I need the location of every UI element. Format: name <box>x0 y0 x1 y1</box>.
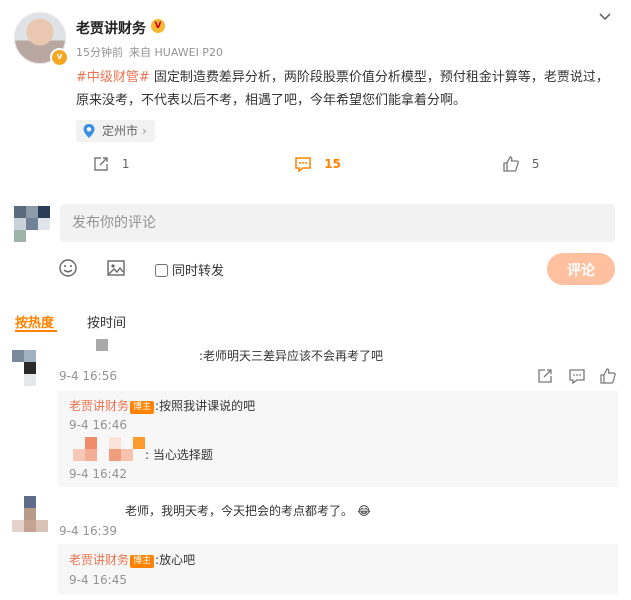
comment-icon <box>295 157 311 173</box>
post-time[interactable]: 15分钟前 <box>76 46 123 59</box>
comment-count: 15 <box>324 156 341 171</box>
reply-time: 9-4 16:42 <box>69 467 127 481</box>
comment-text: 老师，我明天考，今天把会的考点都考了。 😂 <box>125 502 371 519</box>
comment-input[interactable]: 发布你的评论 <box>60 204 615 242</box>
post-source: 来自 HUAWEI P20 <box>129 46 223 59</box>
thumbs-up-icon[interactable] <box>600 368 616 384</box>
reply-time: 9-4 16:45 <box>69 573 127 587</box>
location-tag[interactable]: 定州市 › <box>76 120 155 142</box>
chevron-down-icon[interactable] <box>598 10 612 24</box>
like-button[interactable]: 5 <box>502 155 539 173</box>
sort-by-time-tab[interactable]: 按时间 <box>87 312 126 331</box>
repost-icon <box>94 157 108 171</box>
post-text: 固定制造费差异分析，两阶段股票价值分析模型，预付租金计算等，老贾说过，原来没考，… <box>76 70 609 108</box>
image-upload-icon[interactable] <box>106 258 126 278</box>
comment-time: 9-4 16:56 <box>59 369 117 383</box>
comment-text-content: 老师，我明天考，今天把会的考点都考了。 <box>125 504 354 518</box>
reply-text: :按照我讲课说的吧 <box>155 399 256 413</box>
forward-checkbox[interactable]: 同时转发 <box>155 260 224 279</box>
author-name[interactable]: 老贾讲财务 <box>76 18 146 38</box>
reply-icon[interactable] <box>569 368 585 384</box>
location-label: 定州市 <box>102 124 139 138</box>
reply-username-mosaic <box>73 437 145 467</box>
vip-icon: V <box>151 19 165 33</box>
reply-item: 老贾讲财务 博主:按照我讲课说的吧 <box>69 397 255 414</box>
comment-button[interactable]: 15 <box>294 155 341 173</box>
post-meta: 15分钟前 来自 HUAWEI P20 <box>76 44 229 60</box>
reply-text: : 当心选择题 <box>145 448 213 462</box>
emoji-icon[interactable] <box>58 258 78 278</box>
reply-time: 9-4 16:46 <box>69 418 127 432</box>
commenter-avatar[interactable] <box>12 496 48 532</box>
commenter-avatar[interactable] <box>12 350 48 386</box>
comment-text: :老师明天三差异应该不会再考了吧 <box>199 349 384 363</box>
verified-badge-icon: v <box>50 48 69 67</box>
reply-author[interactable]: 老贾讲财务 <box>69 553 129 567</box>
active-tab-indicator <box>15 330 57 332</box>
post-hashtag[interactable]: #中级财管# <box>76 70 150 85</box>
reply-item: 老贾讲财务 博主:放心吧 <box>69 551 195 568</box>
laughing-emoji-icon: 😂 <box>357 504 372 518</box>
blogger-badge: 博主 <box>130 555 155 568</box>
forward-checkbox-input[interactable] <box>155 264 168 277</box>
repost-count: 1 <box>121 156 130 171</box>
sort-by-hot-tab[interactable]: 按热度 <box>15 312 54 331</box>
username-mosaic <box>96 339 108 351</box>
location-chevron-icon: › <box>142 124 147 138</box>
location-pin-icon <box>83 124 95 138</box>
comment-time: 9-4 16:39 <box>59 524 117 538</box>
forward-label: 同时转发 <box>172 264 225 279</box>
share-icon[interactable] <box>537 368 553 384</box>
like-count: 5 <box>531 156 540 171</box>
thumbs-up-icon <box>503 156 519 172</box>
repost-button[interactable]: 1 <box>92 155 129 173</box>
reply-text: :放心吧 <box>155 553 196 567</box>
blogger-badge: 博主 <box>130 401 155 414</box>
current-user-avatar <box>14 206 50 242</box>
post-body: #中级财管# 固定制造费差异分析，两阶段股票价值分析模型，预付租金计算等，老贾说… <box>76 66 621 112</box>
submit-comment-button[interactable]: 评论 <box>547 253 615 285</box>
reply-author[interactable]: 老贾讲财务 <box>69 399 129 413</box>
